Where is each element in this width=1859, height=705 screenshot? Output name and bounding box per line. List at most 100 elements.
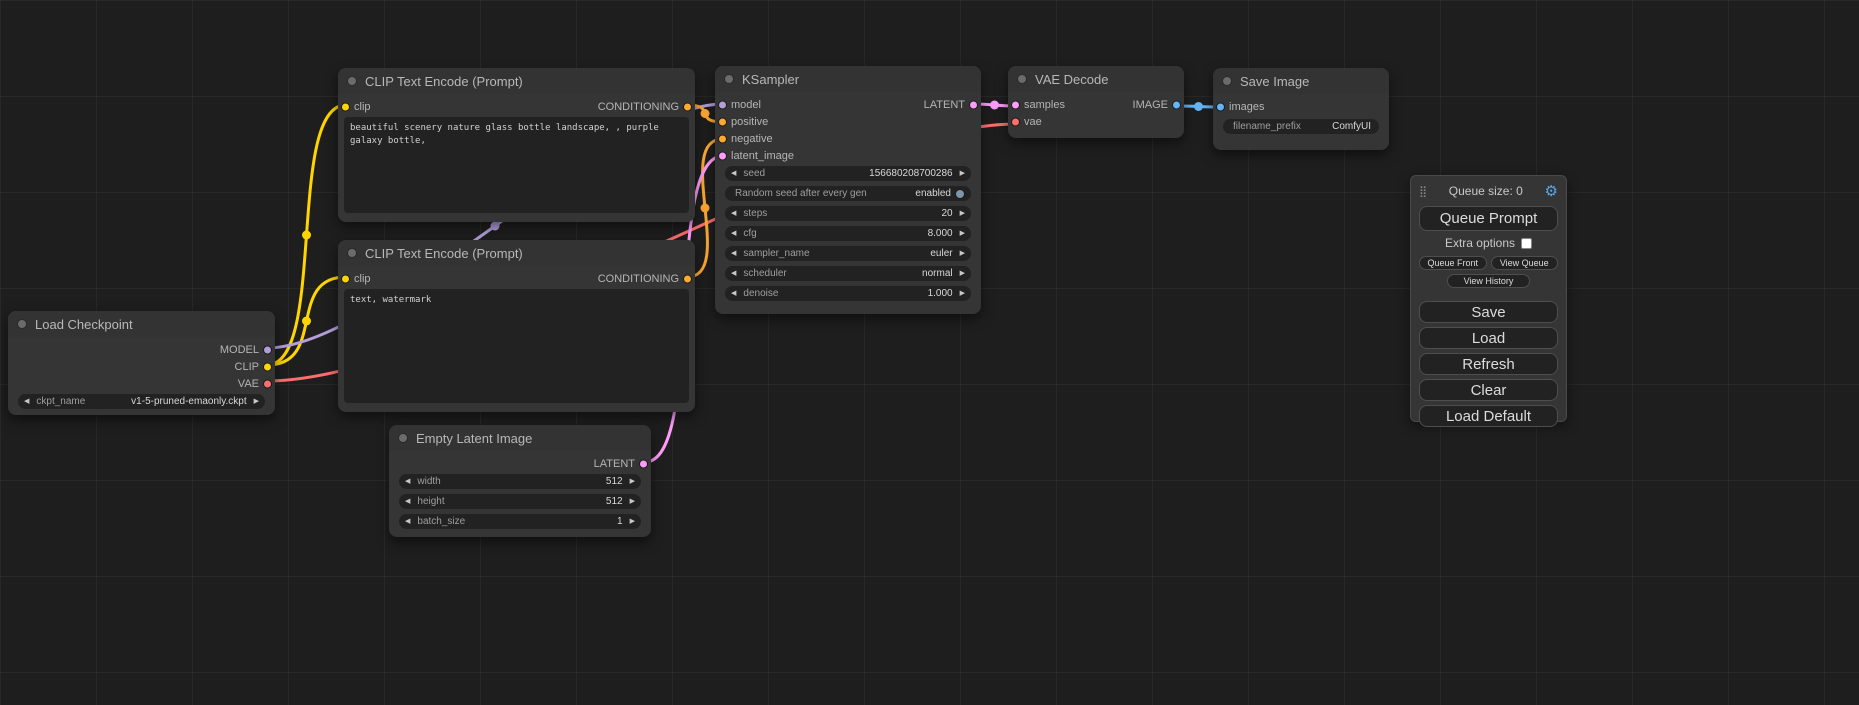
collapse-dot[interactable] <box>347 76 357 86</box>
decrement-arrow-icon[interactable]: ◀ <box>731 290 736 297</box>
node-vae-decode-header[interactable]: VAE Decode <box>1008 66 1184 92</box>
node-clip-positive-header[interactable]: CLIP Text Encode (Prompt) <box>338 68 695 94</box>
increment-arrow-icon[interactable]: ▶ <box>960 210 965 217</box>
link-midpoint-dot <box>701 109 710 118</box>
output-port-conditioning[interactable] <box>683 274 692 283</box>
node-clip-negative-header[interactable]: CLIP Text Encode (Prompt) <box>338 240 695 266</box>
collapse-dot[interactable] <box>724 74 734 84</box>
widget-steps[interactable]: ◀ steps 20 ▶ <box>725 206 971 221</box>
queue-prompt-button[interactable]: Queue Prompt <box>1419 206 1558 231</box>
output-port-latent[interactable] <box>639 459 648 468</box>
input-port-clip[interactable] <box>341 274 350 283</box>
slot-row-vae: VAE <box>8 375 275 392</box>
widget-label: height <box>417 496 444 507</box>
output-port-vae[interactable] <box>263 379 272 388</box>
decrement-arrow-icon[interactable]: ◀ <box>731 250 736 257</box>
node-load-checkpoint-header[interactable]: Load Checkpoint <box>8 311 275 337</box>
input-port-images[interactable] <box>1216 102 1225 111</box>
decrement-arrow-icon[interactable]: ◀ <box>731 170 736 177</box>
widget-label: filename_prefix <box>1233 121 1301 132</box>
refresh-button[interactable]: Refresh <box>1419 353 1558 375</box>
node-clip-text-encode-positive[interactable]: CLIP Text Encode (Prompt) clip CONDITION… <box>338 68 695 222</box>
negative-prompt-textarea[interactable]: text, watermark <box>344 289 689 403</box>
output-port-conditioning[interactable] <box>683 102 692 111</box>
input-port-clip[interactable] <box>341 102 350 111</box>
widget-height[interactable]: ◀ height 512 ▶ <box>399 494 641 509</box>
widget-value: 156680208700286 <box>869 168 952 179</box>
widget-seed[interactable]: ◀ seed 156680208700286 ▶ <box>725 166 971 181</box>
output-port-model[interactable] <box>263 345 272 354</box>
decrement-arrow-icon[interactable]: ◀ <box>24 398 29 405</box>
queue-size-label: Queue size: 0 <box>1449 184 1523 198</box>
decrement-arrow-icon[interactable]: ◀ <box>731 270 736 277</box>
collapse-dot[interactable] <box>398 433 408 443</box>
save-button[interactable]: Save <box>1419 301 1558 323</box>
settings-gear-icon[interactable]: ⚙ <box>1545 184 1558 199</box>
widget-width[interactable]: ◀ width 512 ▶ <box>399 474 641 489</box>
increment-arrow-icon[interactable]: ▶ <box>960 270 965 277</box>
widget-label: ckpt_name <box>36 396 85 407</box>
toggle-knob[interactable] <box>955 189 965 199</box>
widget-label: width <box>417 476 440 487</box>
input-port-samples[interactable] <box>1011 100 1020 109</box>
input-port-latent-image[interactable] <box>718 151 727 160</box>
collapse-dot[interactable] <box>1017 74 1027 84</box>
slot-row-clip: CLIP <box>8 358 275 375</box>
load-default-button[interactable]: Load Default <box>1419 405 1558 427</box>
decrement-arrow-icon[interactable]: ◀ <box>405 518 410 525</box>
node-load-checkpoint[interactable]: Load Checkpoint MODEL CLIP VAE ◀ ckpt_na… <box>8 311 275 415</box>
increment-arrow-icon[interactable]: ▶ <box>254 398 259 405</box>
output-port-latent[interactable] <box>969 100 978 109</box>
increment-arrow-icon[interactable]: ▶ <box>630 478 635 485</box>
widget-value: 512 <box>606 476 623 487</box>
input-port-vae[interactable] <box>1011 117 1020 126</box>
widget-value: 1.000 <box>928 288 953 299</box>
clear-button[interactable]: Clear <box>1419 379 1558 401</box>
node-clip-text-encode-negative[interactable]: CLIP Text Encode (Prompt) clip CONDITION… <box>338 240 695 412</box>
collapse-dot[interactable] <box>17 319 27 329</box>
positive-prompt-textarea[interactable]: beautiful scenery nature glass bottle la… <box>344 117 689 213</box>
node-ksampler[interactable]: KSampler model LATENT positive negative … <box>715 66 981 314</box>
widget-denoise[interactable]: ◀ denoise 1.000 ▶ <box>725 286 971 301</box>
node-empty-latent-image[interactable]: Empty Latent Image LATENT ◀ width 512 ▶ … <box>389 425 651 537</box>
widget-ckpt-name[interactable]: ◀ ckpt_name v1-5-pruned-emaonly.ckpt ▶ <box>18 394 265 409</box>
view-history-button[interactable]: View History <box>1447 274 1530 288</box>
decrement-arrow-icon[interactable]: ◀ <box>731 210 736 217</box>
extra-options-checkbox[interactable] <box>1521 238 1532 249</box>
input-port-positive[interactable] <box>718 117 727 126</box>
node-vae-decode[interactable]: VAE Decode samples IMAGE vae <box>1008 66 1184 138</box>
widget-batch-size[interactable]: ◀ batch_size 1 ▶ <box>399 514 641 529</box>
node-save-image-header[interactable]: Save Image <box>1213 68 1389 94</box>
output-port-clip[interactable] <box>263 362 272 371</box>
input-port-model[interactable] <box>718 100 727 109</box>
increment-arrow-icon[interactable]: ▶ <box>960 250 965 257</box>
queue-front-button[interactable]: Queue Front <box>1419 256 1487 270</box>
decrement-arrow-icon[interactable]: ◀ <box>405 498 410 505</box>
output-label-model: MODEL <box>220 344 259 356</box>
view-queue-button[interactable]: View Queue <box>1491 256 1559 270</box>
increment-arrow-icon[interactable]: ▶ <box>960 230 965 237</box>
load-button[interactable]: Load <box>1419 327 1558 349</box>
collapse-dot[interactable] <box>1222 76 1232 86</box>
increment-arrow-icon[interactable]: ▶ <box>960 170 965 177</box>
widget-filename-prefix[interactable]: filename_prefix ComfyUI <box>1223 119 1379 134</box>
increment-arrow-icon[interactable]: ▶ <box>630 498 635 505</box>
widget-random-seed-toggle[interactable]: Random seed after every gen enabled <box>725 186 971 201</box>
widget-cfg[interactable]: ◀ cfg 8.000 ▶ <box>725 226 971 241</box>
widget-value: v1-5-pruned-emaonly.ckpt <box>131 396 246 407</box>
node-save-image[interactable]: Save Image images filename_prefix ComfyU… <box>1213 68 1389 150</box>
widget-value: 1 <box>617 516 623 527</box>
node-graph-canvas[interactable]: { "colors": { "model": "#B39DDB", "clip"… <box>0 0 1859 705</box>
increment-arrow-icon[interactable]: ▶ <box>960 290 965 297</box>
node-empty-latent-header[interactable]: Empty Latent Image <box>389 425 651 451</box>
collapse-dot[interactable] <box>347 248 357 258</box>
input-port-negative[interactable] <box>718 134 727 143</box>
decrement-arrow-icon[interactable]: ◀ <box>731 230 736 237</box>
widget-sampler-name[interactable]: ◀ sampler_name euler ▶ <box>725 246 971 261</box>
widget-scheduler[interactable]: ◀ scheduler normal ▶ <box>725 266 971 281</box>
increment-arrow-icon[interactable]: ▶ <box>630 518 635 525</box>
drag-handle-icon[interactable]: ⣿ <box>1419 185 1427 198</box>
output-port-image[interactable] <box>1172 100 1181 109</box>
decrement-arrow-icon[interactable]: ◀ <box>405 478 410 485</box>
node-ksampler-header[interactable]: KSampler <box>715 66 981 92</box>
